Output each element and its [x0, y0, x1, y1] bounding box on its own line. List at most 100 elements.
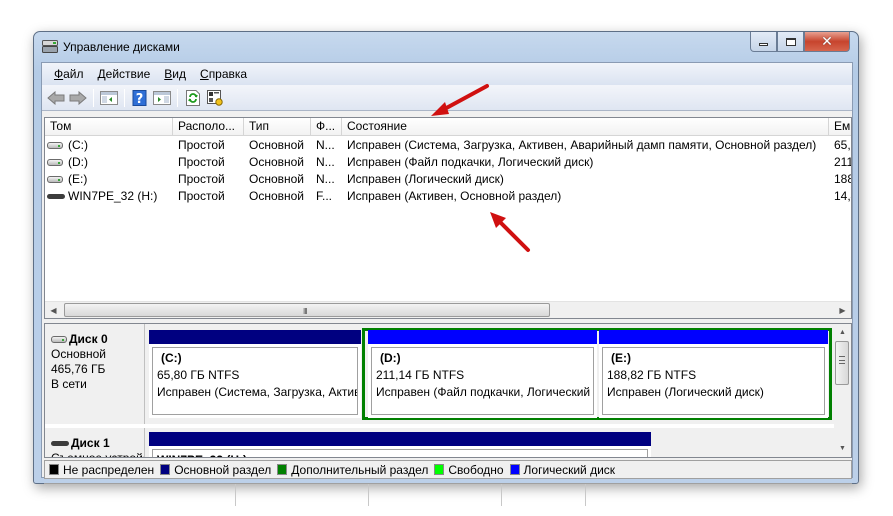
- legend-item: Не распределен: [49, 463, 154, 477]
- show-hide-console-tree-button[interactable]: [98, 87, 120, 109]
- status-cell: Исправен (Система, Загрузка, Активен, Ав…: [347, 138, 817, 152]
- status-bar-cell: [44, 484, 236, 506]
- show-hide-action-pane-button[interactable]: [151, 87, 173, 109]
- disk-name: Диск 1: [51, 436, 144, 451]
- partition-body: (D:) 211,14 ГБ NTFS Исправен (Файл подка…: [371, 347, 594, 415]
- column-header-filesystem[interactable]: Ф...: [311, 118, 342, 136]
- menu-label: ид: [172, 67, 187, 81]
- scroll-right-button[interactable]: ▶: [834, 302, 851, 318]
- menu-help[interactable]: Справка: [193, 67, 254, 81]
- scroll-up-button[interactable]: ▲: [834, 324, 851, 341]
- partition-body: WIN7PE_32 (H:): [152, 449, 648, 457]
- partition-type-bar: [599, 330, 828, 344]
- disk-info[interactable]: Диск 0 Основной 465,76 ГБ В сети: [45, 324, 145, 424]
- legend-item: Логический диск: [509, 463, 615, 477]
- horizontal-scrollbar[interactable]: ◀ III ▶: [45, 301, 851, 318]
- status-cell: Исправен (Файл подкачки, Логический диск…: [347, 155, 594, 169]
- menu-file[interactable]: Файл: [47, 67, 91, 81]
- status-bar-cell: [236, 484, 369, 506]
- menu-accel: Ф: [54, 67, 64, 81]
- legend-swatch: [434, 464, 445, 475]
- menu-view[interactable]: Вид: [157, 67, 193, 81]
- menu-action[interactable]: Действие: [91, 67, 158, 81]
- partition-h[interactable]: WIN7PE_32 (H:): [149, 432, 651, 457]
- volume-cell: (E:): [45, 171, 173, 188]
- partition-d[interactable]: (D:) 211,14 ГБ NTFS Исправен (Файл подка…: [368, 330, 597, 418]
- grip-icon: [839, 356, 845, 364]
- properties-icon: [207, 89, 223, 106]
- legend-swatch: [277, 464, 288, 475]
- status-cell: Исправен (Активен, Основной раздел): [347, 189, 562, 203]
- volume-row[interactable]: (D:) Простой Основной N... Исправен (Фай…: [45, 154, 851, 171]
- disk-size: 465,76 ГБ: [51, 362, 106, 376]
- properties-button[interactable]: [204, 87, 226, 109]
- volume-row[interactable]: (C:) Простой Основной N... Исправен (Сис…: [45, 137, 851, 154]
- filesystem-cell: F...: [316, 189, 333, 203]
- partition-label: (E:): [611, 351, 631, 365]
- vertical-scroll-thumb[interactable]: [835, 341, 849, 385]
- close-button[interactable]: ✕: [804, 32, 850, 52]
- refresh-icon: [186, 89, 200, 106]
- horizontal-scroll-thumb[interactable]: III: [64, 303, 550, 317]
- partition-type-bar: [368, 330, 597, 344]
- column-header-layout[interactable]: Располо...: [173, 118, 244, 136]
- disk-label: Диск 1: [71, 436, 110, 450]
- arrow-down-icon: ▼: [839, 445, 846, 452]
- help-icon: ?: [132, 89, 147, 106]
- volume-list: Том Располо... Тип Ф... Состояние Емк (C…: [44, 117, 852, 319]
- menu-label: ействие: [105, 67, 151, 81]
- partition-e[interactable]: (E:) 188,82 ГБ NTFS Исправен (Логический…: [599, 330, 828, 418]
- volume-name: WIN7PE_32 (H:): [68, 189, 158, 203]
- column-header-status[interactable]: Состояние: [342, 118, 829, 136]
- forward-button[interactable]: [67, 87, 89, 109]
- menu-accel: С: [200, 67, 209, 81]
- volume-name: (C:): [68, 138, 88, 152]
- disk-map-pane: Диск 0 Основной 465,76 ГБ В сети (C:) 65…: [44, 323, 852, 458]
- type-cell: Основной: [249, 138, 305, 152]
- minimize-icon: [759, 43, 768, 46]
- legend-item: Основной раздел: [160, 463, 271, 477]
- volume-row[interactable]: WIN7PE_32 (H:) Простой Основной F... Исп…: [45, 188, 851, 205]
- type-cell: Основной: [249, 189, 305, 203]
- toolbar: ?: [42, 85, 852, 111]
- hard-drive-icon: [51, 336, 67, 343]
- minimize-button[interactable]: [750, 32, 777, 52]
- scroll-left-button[interactable]: ◀: [45, 302, 62, 318]
- partition-type-bar: [149, 330, 361, 344]
- maximize-button[interactable]: [777, 32, 804, 52]
- partition-status: Исправен (Система, Загрузка, Активен, Ав…: [157, 385, 357, 399]
- toolbar-separator: [93, 88, 94, 107]
- disk-info[interactable]: Диск 1 Съемное устройство: [45, 428, 145, 458]
- vertical-scrollbar[interactable]: ▲ ▼: [834, 324, 851, 457]
- disk-type: Съемное устройство: [51, 451, 144, 458]
- show-hide-action-pane-icon: [153, 90, 171, 105]
- column-header-volume[interactable]: Том: [45, 118, 173, 136]
- legend-label: Свободно: [448, 462, 504, 477]
- toolbar-separator: [124, 88, 125, 107]
- legend-swatch: [160, 464, 171, 475]
- help-button[interactable]: ?: [129, 87, 151, 109]
- partition-status: Исправен (Файл подкачки, Логический диск…: [376, 385, 593, 399]
- back-button[interactable]: [45, 87, 67, 109]
- volume-cell: WIN7PE_32 (H:): [45, 188, 173, 205]
- volume-list-header: Том Располо... Тип Ф... Состояние Емк: [45, 118, 851, 136]
- filesystem-cell: N...: [316, 172, 335, 186]
- scroll-down-button[interactable]: ▼: [834, 440, 851, 457]
- legend-label: Не распределен: [63, 462, 155, 477]
- menu-label: правка: [208, 67, 248, 81]
- arrow-left-icon: ◀: [50, 305, 57, 315]
- volume-list-body: (C:) Простой Основной N... Исправен (Сис…: [45, 137, 851, 205]
- menu-label: айл: [63, 67, 84, 81]
- disk-name: Диск 0: [51, 332, 144, 347]
- volume-row[interactable]: (E:) Простой Основной N... Исправен (Лог…: [45, 171, 851, 188]
- title-bar[interactable]: Управление дисками ✕: [34, 32, 858, 62]
- column-header-capacity[interactable]: Емк: [829, 118, 851, 136]
- capacity-cell: 211,: [834, 155, 851, 169]
- partition-body: (E:) 188,82 ГБ NTFS Исправен (Логический…: [602, 347, 825, 415]
- refresh-button[interactable]: [182, 87, 204, 109]
- column-header-type[interactable]: Тип: [244, 118, 311, 136]
- partition-size: 188,82 ГБ NTFS: [607, 368, 697, 382]
- menu-bar: Файл Действие Вид Справка: [42, 63, 852, 85]
- legend-item: Свободно: [434, 462, 504, 477]
- partition-c[interactable]: (C:) 65,80 ГБ NTFS Исправен (Система, За…: [149, 330, 361, 418]
